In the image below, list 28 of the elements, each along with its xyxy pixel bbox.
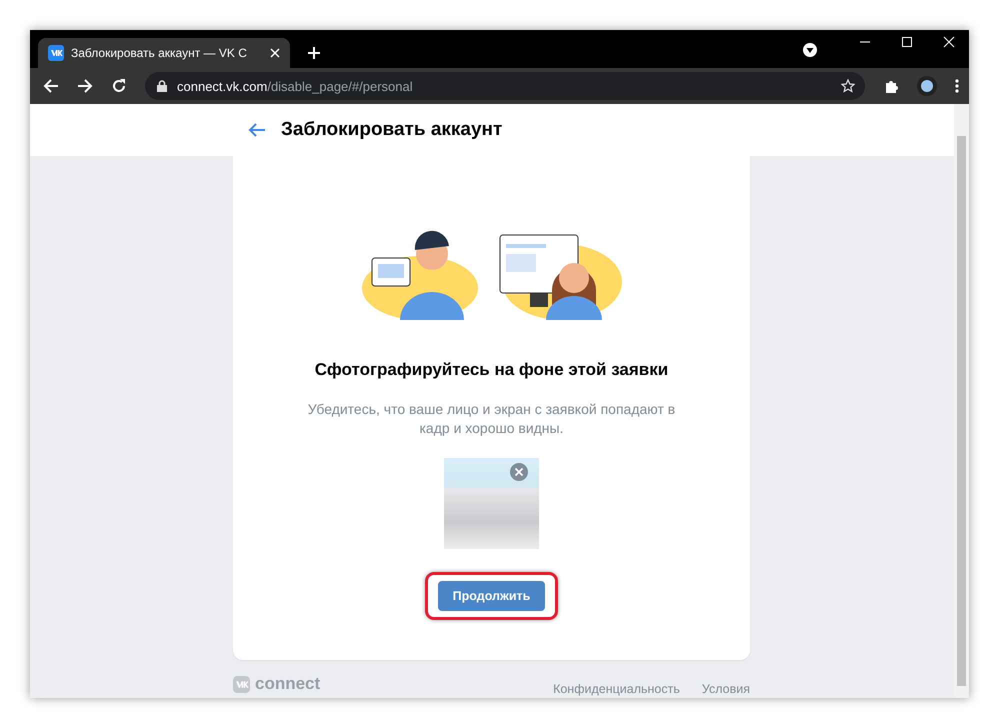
new-tab-icon[interactable] [308, 47, 320, 59]
vk-logo-icon [48, 45, 64, 61]
avatar-icon[interactable] [917, 76, 937, 96]
page-title: Заблокировать аккаунт [281, 119, 502, 141]
back-arrow-icon[interactable] [248, 122, 266, 138]
browser-tab[interactable]: Заблокировать аккаунт — VK C [38, 38, 290, 68]
footer-link[interactable]: Условия [702, 682, 750, 696]
puzzle-icon[interactable] [885, 79, 899, 93]
address-bar[interactable]: connect.vk.com/disable_page/#/personal [145, 72, 865, 100]
scrollbar[interactable] [954, 104, 969, 698]
forward-icon[interactable] [77, 78, 93, 94]
footer-link[interactable]: Конфиденциальность [553, 682, 680, 696]
maximize-icon[interactable] [901, 36, 913, 48]
close-icon[interactable] [270, 48, 280, 58]
instruction-heading: Сфотографируйтесь на фоне этой заявки [314, 360, 668, 380]
star-icon[interactable] [841, 79, 855, 93]
vk-logo-icon [233, 676, 250, 692]
continue-button[interactable]: Продолжить [438, 581, 545, 611]
menu-icon[interactable] [955, 79, 959, 93]
remove-icon[interactable] [510, 463, 528, 481]
instruction-text: Убедитесь, что ваше лицо и экран с заявкой попадают в кадр и хорошо видны. [306, 400, 676, 438]
url-text: connect.vk.com/disable_page/#/personal [177, 78, 413, 94]
profile-menu-icon[interactable] [803, 43, 817, 57]
connect-logo[interactable]: connect [233, 674, 320, 694]
lock-icon [157, 80, 167, 92]
reload-icon[interactable] [111, 78, 127, 94]
back-icon[interactable] [43, 78, 59, 94]
close-icon[interactable] [943, 36, 955, 48]
